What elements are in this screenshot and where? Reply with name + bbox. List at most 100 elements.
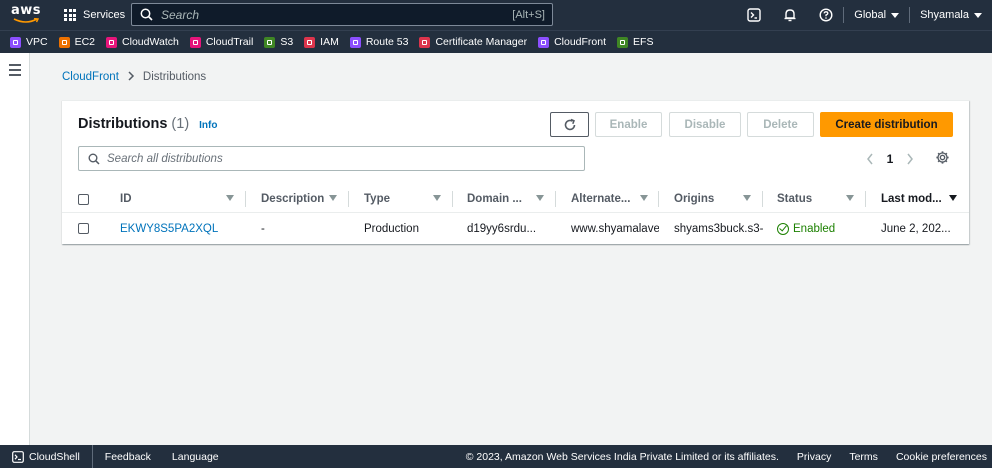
create-distribution-button[interactable]: Create distribution — [820, 112, 953, 137]
distributions-panel: Distributions (1) Info Enable Disable De… — [62, 100, 969, 244]
column-label: Status — [777, 193, 813, 205]
distribution-count: (1) — [171, 116, 190, 132]
favorite-label: EFS — [633, 36, 654, 48]
account-menu[interactable]: Shyamala — [910, 0, 992, 30]
favorite-efs[interactable]: EFS — [617, 36, 653, 48]
feedback-link[interactable]: Feedback — [105, 451, 151, 463]
status-badge: Enabled — [777, 222, 836, 235]
column-header-id[interactable]: ID — [120, 185, 234, 213]
sort-icon — [329, 195, 337, 201]
breadcrumb: CloudFront Distributions — [62, 70, 206, 84]
favorite-label: IAM — [320, 36, 339, 48]
column-divider[interactable] — [452, 191, 453, 207]
breadcrumb-current: Distributions — [142, 71, 207, 83]
side-navigation-panel — [0, 53, 30, 445]
column-header-type[interactable]: Type — [364, 185, 441, 213]
search-placeholder: Search all distributions — [107, 152, 223, 165]
service-icon — [538, 36, 550, 48]
language-link[interactable]: Language — [172, 451, 219, 463]
chevron-left-icon — [867, 153, 873, 165]
search-shortcut: [Alt+S] — [512, 8, 545, 21]
help-button[interactable] — [807, 0, 843, 30]
column-header-domain[interactable]: Domain ... — [467, 185, 544, 213]
row-checkbox[interactable] — [78, 223, 89, 234]
notifications-button[interactable] — [771, 0, 807, 30]
column-divider[interactable] — [348, 191, 349, 207]
column-header-last-modified[interactable]: Last mod... — [881, 185, 957, 213]
table-row[interactable]: EKWY8S5PA2XQL - Production d19yy6srdu...… — [62, 214, 969, 243]
check-circle-icon — [777, 222, 789, 235]
column-header-alternate[interactable]: Alternate... — [571, 185, 648, 213]
chevron-right-icon — [907, 153, 913, 165]
next-page-button[interactable] — [902, 151, 918, 167]
column-divider[interactable] — [245, 191, 246, 207]
aws-logo[interactable]: aws — [0, 0, 52, 30]
distribution-search-input[interactable]: Search all distributions — [78, 146, 585, 171]
cookie-preferences-link[interactable]: Cookie preferences — [896, 451, 987, 463]
cloudshell-button[interactable] — [735, 0, 771, 30]
current-page[interactable]: 1 — [878, 152, 902, 166]
breadcrumb-cloudfront[interactable]: CloudFront — [62, 71, 119, 83]
service-icon — [304, 36, 316, 48]
column-label: Origins — [674, 193, 715, 205]
cell-last-modified: June 2, 202... — [881, 222, 951, 235]
panel-header: Distributions (1) Info — [78, 116, 217, 132]
column-divider[interactable] — [762, 191, 763, 207]
table-header: ID Description Type Domain ... Alternate… — [62, 185, 969, 213]
sort-icon — [536, 195, 544, 201]
distribution-id-link[interactable]: EKWY8S5PA2XQL — [120, 214, 240, 243]
column-label: Type — [364, 193, 390, 205]
refresh-button[interactable] — [550, 112, 589, 137]
favorite-iam[interactable]: IAM — [304, 36, 339, 48]
service-icon — [349, 36, 361, 48]
favorite-vpc[interactable]: VPC — [10, 36, 48, 48]
cloudshell-icon — [12, 450, 24, 463]
user-name: Shyamala — [920, 9, 969, 21]
select-all-checkbox[interactable] — [78, 194, 89, 205]
refresh-icon — [564, 118, 575, 130]
favorite-cloudwatch[interactable]: CloudWatch — [106, 36, 179, 48]
column-header-origins[interactable]: Origins — [674, 185, 751, 213]
favorite-cloudtrail[interactable]: CloudTrail — [189, 36, 253, 48]
enable-button[interactable]: Enable — [595, 112, 662, 137]
grid-icon — [64, 9, 76, 21]
sort-icon — [640, 195, 648, 201]
panel-title: Distributions — [78, 116, 168, 132]
cloudshell-label: CloudShell — [29, 450, 80, 463]
gear-icon[interactable] — [935, 150, 950, 165]
favorite-label: Certificate Manager — [435, 36, 528, 48]
cell-status: Enabled — [777, 214, 861, 243]
footer-cloudshell-button[interactable]: CloudShell — [0, 445, 93, 468]
cell-origins: shyams3buck.s3-v — [674, 222, 763, 235]
column-header-status[interactable]: Status — [777, 185, 854, 213]
cloudshell-icon — [747, 8, 761, 22]
privacy-link[interactable]: Privacy — [797, 451, 831, 463]
column-divider[interactable] — [555, 191, 556, 207]
caret-down-icon — [891, 12, 900, 18]
favorite-ec2[interactable]: EC2 — [58, 36, 95, 48]
region-label: Global — [854, 9, 887, 21]
menu-icon[interactable] — [9, 64, 21, 79]
service-icon — [106, 36, 118, 48]
column-divider[interactable] — [865, 191, 866, 207]
column-label: ID — [120, 193, 132, 205]
disable-button[interactable]: Disable — [669, 112, 741, 137]
region-selector[interactable]: Global — [844, 0, 909, 30]
global-search-input[interactable]: Search [Alt+S] — [131, 3, 553, 26]
favorite-route-53[interactable]: Route 53 — [349, 36, 408, 48]
delete-button[interactable]: Delete — [747, 112, 814, 137]
search-placeholder: Search — [161, 7, 200, 22]
service-icon — [419, 36, 431, 48]
status-label: Enabled — [793, 222, 836, 235]
column-divider[interactable] — [658, 191, 659, 207]
previous-page-button[interactable] — [862, 151, 878, 167]
services-menu[interactable]: Services — [52, 0, 131, 30]
favorite-s3[interactable]: S3 — [264, 36, 293, 48]
favorite-cloudfront[interactable]: CloudFront — [538, 36, 606, 48]
favorite-certificate-manager[interactable]: Certificate Manager — [419, 36, 527, 48]
column-label: Description — [261, 193, 325, 205]
column-header-description[interactable]: Description — [261, 185, 337, 213]
favorites-bar: VPC EC2 CloudWatch CloudTrail S3 IAM Route 53 C… — [0, 30, 992, 53]
terms-link[interactable]: Terms — [849, 451, 878, 463]
info-link[interactable]: Info — [199, 120, 217, 131]
